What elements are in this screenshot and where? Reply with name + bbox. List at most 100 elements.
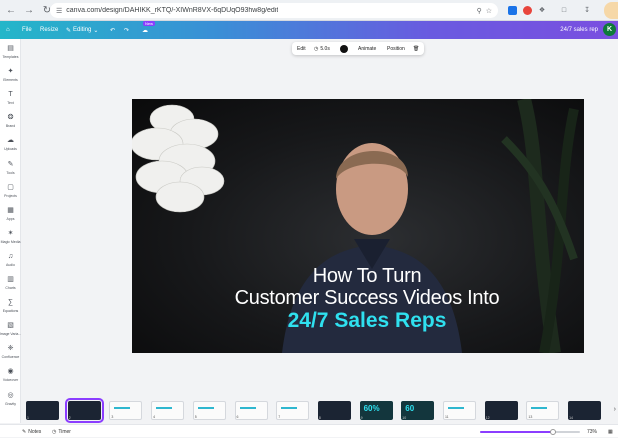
- page-number: 1: [27, 416, 29, 420]
- avatar[interactable]: K: [603, 23, 616, 36]
- sidebar-item-charts[interactable]: ▥ Charts: [0, 276, 21, 290]
- page-number: 2: [68, 416, 71, 420]
- equation-icon: ∑: [8, 299, 13, 307]
- page-thumbnail[interactable]: 13: [526, 401, 560, 420]
- page-number: 12: [485, 416, 490, 420]
- page-thumbnail[interactable]: 8: [317, 401, 351, 420]
- sidebar-item-projects[interactable]: ▢ Projects: [0, 184, 21, 198]
- search-icon[interactable]: ⚲: [477, 7, 482, 15]
- page-thumbnail[interactable]: 1: [26, 401, 59, 420]
- notes-button[interactable]: ✎ Notes: [22, 425, 41, 438]
- page-number: 9: [360, 416, 363, 420]
- redo-icon[interactable]: ↷: [124, 21, 129, 39]
- animate-button[interactable]: Animate: [358, 42, 376, 55]
- page-thumbnail[interactable]: 12: [484, 401, 518, 420]
- strip-scroll-right-icon[interactable]: ›: [614, 406, 616, 413]
- site-info-icon[interactable]: ☰: [56, 7, 62, 15]
- sidebar-item-audio[interactable]: ♫ Audio: [0, 253, 21, 267]
- editing-mode-button[interactable]: ✎ Editing ⌄: [66, 21, 98, 39]
- extension-icon[interactable]: [506, 4, 518, 16]
- headline-text[interactable]: How To Turn Customer Success Videos Into…: [202, 265, 532, 333]
- page-thumbnail[interactable]: 11: [443, 401, 476, 420]
- timer-button[interactable]: ◷ Timer: [52, 425, 71, 438]
- sidebar-item-equations[interactable]: ∑ Equations: [0, 299, 21, 313]
- page-thumbnail[interactable]: 2: [64, 398, 104, 423]
- sidebar-item-magic-media[interactable]: ✶ Magic Media: [0, 230, 21, 244]
- apps-icon: ▦: [7, 206, 14, 214]
- page-thumbnail[interactable]: 60 10: [401, 401, 435, 420]
- sidebar-item-label: Brand: [5, 124, 16, 129]
- sidebar-item-label: Image Varia...: [0, 332, 22, 337]
- voiceover-icon: ◉: [7, 368, 14, 376]
- sidebar-item-apps[interactable]: ▦ Apps: [0, 207, 21, 221]
- page-thumbnail[interactable]: 14: [568, 401, 602, 420]
- thumbnail-heading-bar: [448, 407, 464, 409]
- page-thumbnail[interactable]: 60% 9: [359, 401, 393, 420]
- duration-label: 5.0s: [320, 45, 330, 52]
- pages-strip: › 1 2 3 4 5 6 7 8 60% 9 60 10 11 12 13 14: [21, 396, 618, 424]
- sidebar-item-text[interactable]: T Text: [0, 91, 21, 105]
- timer-icon: ◷: [52, 428, 57, 435]
- thumbnail-text: 60: [405, 404, 415, 413]
- zoom-level[interactable]: 73%: [587, 425, 597, 438]
- duration-button[interactable]: ◷ 5.0s: [314, 42, 330, 55]
- thumbnail-heading-bar: [281, 407, 298, 409]
- sidebar-item-templates[interactable]: ▤ Templates: [0, 45, 21, 59]
- pencil-icon: ✎: [66, 27, 72, 34]
- position-button[interactable]: Position: [387, 42, 405, 55]
- grid-view-icon[interactable]: ▦: [608, 425, 613, 438]
- home-icon[interactable]: ⌂: [6, 21, 10, 39]
- new-badge: New: [143, 21, 156, 26]
- page-thumbnail[interactable]: 4: [151, 401, 185, 420]
- page-thumbnail[interactable]: 7: [276, 401, 310, 420]
- thumbnail-heading-bar: [239, 407, 256, 409]
- brand-icon: ❂: [7, 114, 14, 122]
- page-number: 14: [569, 416, 573, 420]
- sidebar-toggle-icon[interactable]: □: [558, 4, 570, 16]
- confluence-icon: ❈: [7, 345, 14, 353]
- editing-label: Editing: [73, 27, 92, 33]
- page-number: 5: [194, 415, 197, 419]
- sidebar-item-brand[interactable]: ❂ Brand: [0, 114, 21, 128]
- file-menu[interactable]: File: [22, 21, 32, 39]
- sidebar-item-label: Audio: [6, 262, 15, 267]
- forward-icon[interactable]: →: [22, 3, 36, 17]
- puzzle-icon[interactable]: ❖: [536, 4, 548, 16]
- page-thumbnail[interactable]: 6: [234, 401, 268, 420]
- page-number: 11: [445, 415, 449, 419]
- sidebar-item-label: Confluence: [1, 355, 20, 360]
- resize-button[interactable]: Resize: [40, 21, 58, 39]
- address-bar[interactable]: ☰ canva.com/design/DAHIKK_rKTQ/-XIWnR8VX…: [50, 3, 498, 18]
- undo-icon[interactable]: ↶: [110, 21, 115, 39]
- bottom-bar: ✎ Notes ◷ Timer 73% ▦: [0, 424, 618, 437]
- zoom-slider[interactable]: [480, 429, 580, 435]
- star-icon[interactable]: ☆: [486, 7, 492, 15]
- sidebar-item-label: Apps: [6, 216, 15, 221]
- sidebar-item-image-varia[interactable]: ▧ Image Varia...: [0, 322, 21, 336]
- edit-button[interactable]: Edit: [297, 42, 306, 55]
- document-title[interactable]: 24/7 sales rep: [560, 21, 598, 39]
- sidebar-item-gravity[interactable]: ◎ Gravity: [0, 392, 21, 406]
- zoom-slider-handle[interactable]: [550, 429, 556, 435]
- page-thumbnail[interactable]: 3: [109, 401, 143, 420]
- page-number: 10: [402, 416, 407, 420]
- page-number: 6: [236, 415, 239, 419]
- chart-icon: ▥: [7, 276, 14, 283]
- design-canvas[interactable]: How To Turn Customer Success Videos Into…: [132, 99, 584, 353]
- extension-icon[interactable]: [521, 4, 533, 16]
- sidebar-item-label: Uploads: [4, 147, 17, 152]
- profile-chip[interactable]: [604, 2, 618, 19]
- back-icon[interactable]: ←: [4, 3, 18, 17]
- sidebar-item-uploads[interactable]: ☁ Uploads: [0, 137, 21, 151]
- sidebar-item-voiceover[interactable]: ◉ Voiceover: [0, 368, 21, 382]
- sidebar-item-tools[interactable]: ✎ Tools: [0, 161, 21, 175]
- download-icon[interactable]: ↧: [581, 4, 593, 16]
- color-button[interactable]: [340, 42, 348, 55]
- page-thumbnail[interactable]: 5: [192, 401, 226, 420]
- sidebar-item-label: Elements: [3, 78, 18, 83]
- sidebar-item-confluence[interactable]: ❈ Confluence: [0, 345, 21, 359]
- sidebar-item-elements[interactable]: ✦ Elements: [0, 68, 21, 82]
- page-number: 4: [153, 415, 156, 419]
- trash-icon[interactable]: 🗑: [413, 42, 419, 55]
- thumbnail-heading-bar: [531, 407, 548, 409]
